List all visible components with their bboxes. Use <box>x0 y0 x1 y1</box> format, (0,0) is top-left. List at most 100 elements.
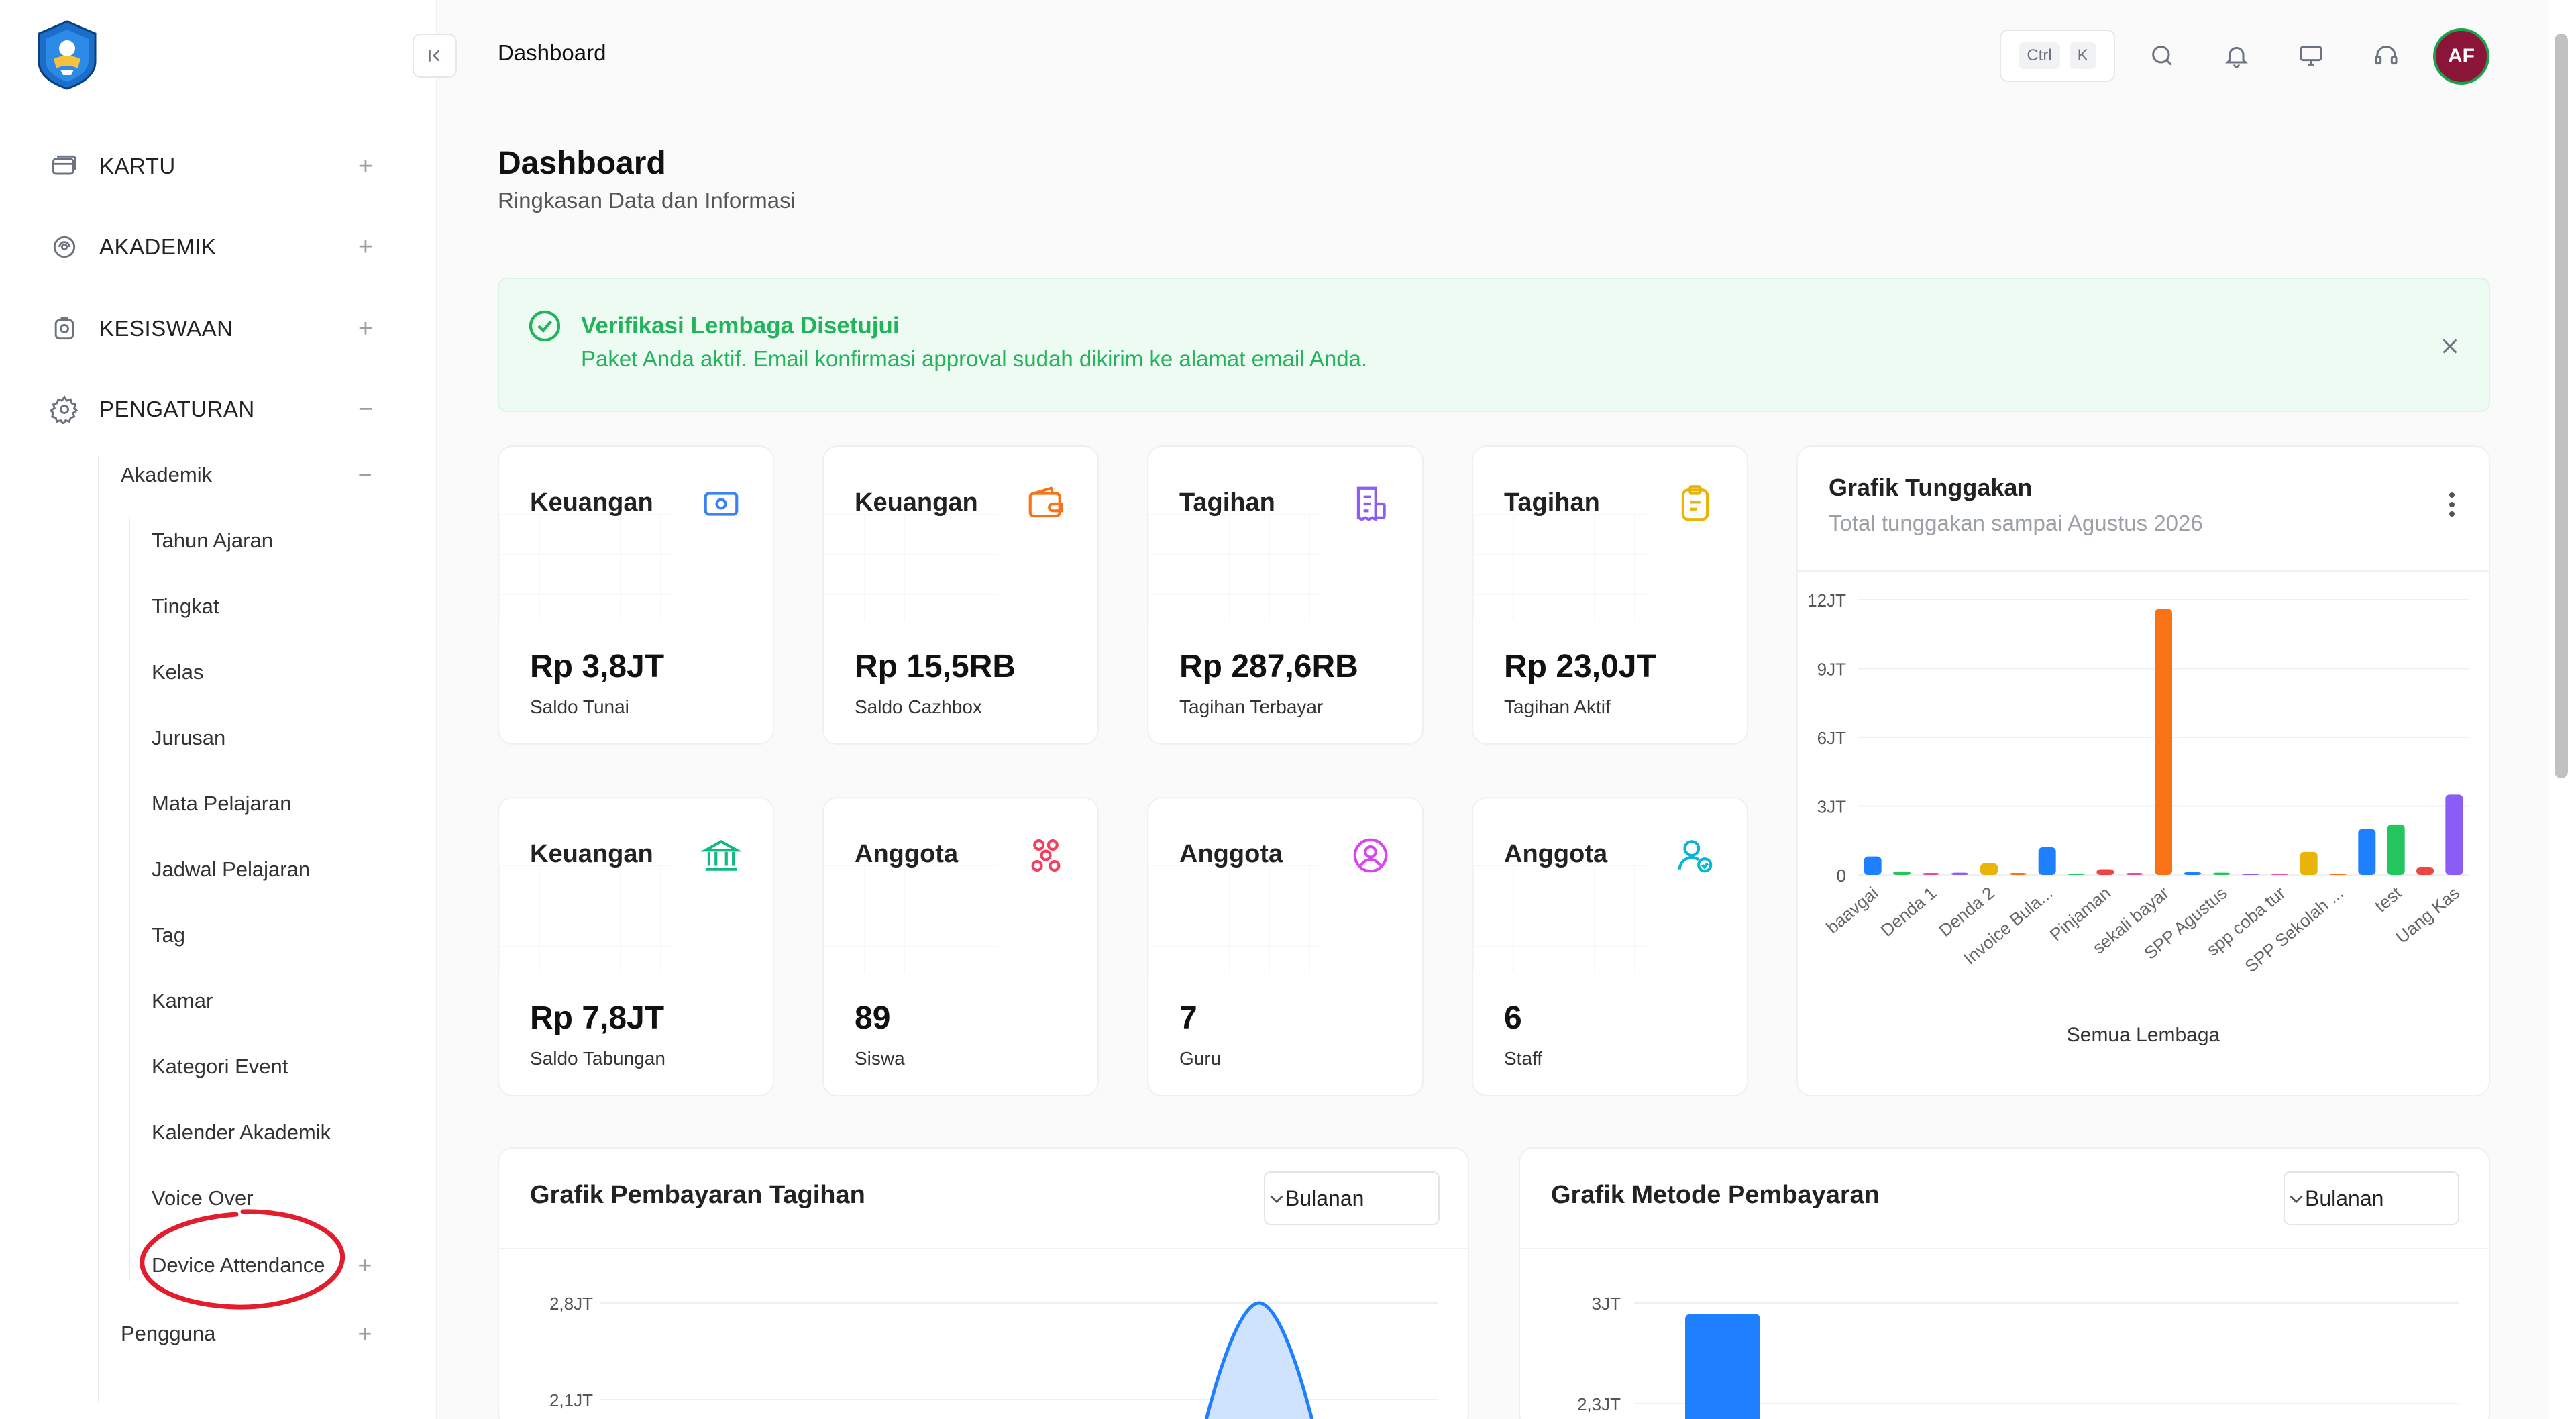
search-button[interactable] <box>2140 34 2184 78</box>
stat-label: Saldo Tunai <box>530 696 629 717</box>
bar <box>1951 872 1969 875</box>
bar <box>2445 794 2463 875</box>
bar <box>2271 874 2289 875</box>
arrears-chart-card: Grafik Tunggakan Total tunggakan sampai … <box>1796 445 2490 1096</box>
collapse-icon[interactable]: − <box>349 389 382 429</box>
tree-line <box>129 517 130 1281</box>
stat-category: Keuangan <box>530 840 653 868</box>
y-tick-label: 2,8JT <box>549 1294 593 1314</box>
sidebar-item-kamar[interactable]: Kamar <box>152 981 213 1021</box>
decorative-grid <box>1148 514 1323 621</box>
ctrl-key: Ctrl <box>2019 42 2060 69</box>
method-chart-card: Grafik Metode Pembayaran Bulanan 3JT 2,3J… <box>1519 1147 2490 1419</box>
expand-icon[interactable]: + <box>349 227 382 267</box>
select-value: Bulanan <box>2305 1186 2384 1210</box>
bar <box>2096 869 2114 875</box>
app-window: KARTU + AKADEMIK + KESISWAAN + PENGATURA… <box>0 0 2576 1419</box>
support-button[interactable] <box>2364 34 2408 78</box>
page-scrollbar[interactable] <box>2549 0 2576 1419</box>
wallet-icon <box>1022 480 1069 527</box>
success-alert: Verifikasi Lembaga Disetujui Paket Anda … <box>498 278 2490 412</box>
stat-label: Staff <box>1504 1048 1543 1069</box>
sidebar-item-kalender-akademik[interactable]: Kalender Akademik <box>152 1112 331 1153</box>
stat-label: Siswa <box>855 1048 905 1069</box>
stat-card-staff[interactable]: Anggota 6 Staff <box>1472 797 1748 1096</box>
sidebar-item-jadwal-pelajaran[interactable]: Jadwal Pelajaran <box>152 849 310 890</box>
chart-title: Grafik Metode Pembayaran <box>1551 1181 1880 1209</box>
stat-value: 6 <box>1504 1000 1522 1036</box>
alert-close-button[interactable] <box>2431 327 2469 365</box>
collapse-sidebar-button[interactable] <box>413 34 457 78</box>
sidebar-item-tag[interactable]: Tag <box>152 915 185 955</box>
bar <box>2009 873 2027 875</box>
bank-icon <box>698 832 745 879</box>
money-icon <box>698 480 745 527</box>
sidebar-item-label: Akademik <box>121 463 213 486</box>
sidebar: KARTU + AKADEMIK + KESISWAAN + PENGATURA… <box>0 0 437 1419</box>
y-tick-label: 6JT <box>1817 728 1846 748</box>
sidebar-item-kelas[interactable]: Kelas <box>152 652 204 692</box>
card-icon <box>47 149 82 184</box>
stat-label: Saldo Cazhbox <box>855 696 982 717</box>
stat-category: Anggota <box>1179 840 1283 868</box>
bar <box>2038 847 2056 875</box>
avatar[interactable]: AF <box>2433 28 2489 85</box>
sidebar-item-kesiswaan[interactable]: KESISWAAN + <box>47 309 382 349</box>
more-vertical-icon <box>2449 492 2455 517</box>
scrollbar-thumb[interactable] <box>2555 34 2568 778</box>
sidebar-item-device-attendance[interactable]: Device Attendance <box>152 1245 325 1285</box>
command-palette-shortcut[interactable]: Ctrl K <box>2000 30 2115 82</box>
sidebar-item-akademik[interactable]: AKADEMIK + <box>47 227 382 267</box>
stat-card-tagihan-terbayar[interactable]: Tagihan Rp 287,6RB Tagihan Terbayar <box>1147 445 1424 745</box>
sidebar-item-tingkat[interactable]: Tingkat <box>152 586 219 627</box>
gear-icon <box>47 392 82 427</box>
sidebar-item-kartu[interactable]: KARTU + <box>47 146 382 187</box>
stat-card-tagihan-aktif[interactable]: Tagihan Rp 23,0JT Tagihan Aktif <box>1472 445 1748 745</box>
sidebar-item-tahun-ajaran[interactable]: Tahun Ajaran <box>152 521 273 561</box>
expand-icon[interactable]: + <box>349 146 382 187</box>
expand-icon[interactable]: + <box>349 309 382 349</box>
sidebar-item-label: Pengguna <box>121 1322 216 1345</box>
sidebar-item-kategori-event[interactable]: Kategori Event <box>152 1047 288 1087</box>
y-tick-label: 2,1JT <box>549 1390 593 1410</box>
stat-label: Guru <box>1179 1048 1222 1069</box>
notifications-button[interactable] <box>2214 34 2259 78</box>
chart-menu-button[interactable] <box>2435 484 2469 525</box>
expand-icon[interactable]: + <box>352 1245 378 1285</box>
y-tick-label: 3JT <box>1817 797 1846 817</box>
collapse-icon[interactable]: − <box>352 455 378 495</box>
period-select[interactable]: Bulanan <box>2284 1171 2459 1225</box>
period-select[interactable]: Bulanan <box>1264 1171 1440 1225</box>
tree-line <box>98 456 99 1402</box>
select-value: Bulanan <box>1285 1186 1364 1210</box>
sidebar-item-pengaturan[interactable]: PENGATURAN − <box>47 389 382 429</box>
stat-value: Rp 23,0JT <box>1504 649 1656 684</box>
stat-category: Anggota <box>855 840 959 868</box>
display-button[interactable] <box>2289 34 2333 78</box>
clipboard-icon <box>1672 480 1719 527</box>
stat-card-siswa[interactable]: Anggota 89 Siswa <box>822 797 1099 1096</box>
bar <box>2184 872 2202 875</box>
stat-card-saldo-cazhbox[interactable]: Keuangan Rp 15,5RB Saldo Cazhbox <box>822 445 1099 745</box>
stat-value: Rp 7,8JT <box>530 1000 665 1036</box>
chevron-down-icon <box>2290 1195 2303 1204</box>
bar <box>2358 829 2376 875</box>
bar <box>2125 873 2143 875</box>
bar <box>2212 872 2231 875</box>
tut-wuri-handayani-logo[interactable] <box>34 20 101 90</box>
stat-category: Tagihan <box>1504 488 1600 517</box>
stat-card-saldo-tunai[interactable]: Keuangan Rp 3,8JT Saldo Tunai <box>498 445 774 745</box>
headset-icon <box>2375 46 2398 65</box>
page-title: Dashboard <box>498 146 666 181</box>
sidebar-item-mata-pelajaran[interactable]: Mata Pelajaran <box>152 784 292 824</box>
chart-title: Grafik Pembayaran Tagihan <box>530 1181 865 1209</box>
stat-card-saldo-tabungan[interactable]: Keuangan Rp 7,8JT Saldo Tabungan <box>498 797 774 1096</box>
expand-icon[interactable]: + <box>352 1314 378 1354</box>
sidebar-item-jurusan[interactable]: Jurusan <box>152 718 225 758</box>
decorative-grid <box>824 514 998 621</box>
decorative-grid <box>824 865 998 973</box>
sidebar-item-label: AKADEMIK <box>99 234 217 259</box>
bar <box>1864 856 1882 875</box>
sidebar-item-voice-over[interactable]: Voice Over <box>152 1178 254 1218</box>
stat-card-guru[interactable]: Anggota 7 Guru <box>1147 797 1424 1096</box>
